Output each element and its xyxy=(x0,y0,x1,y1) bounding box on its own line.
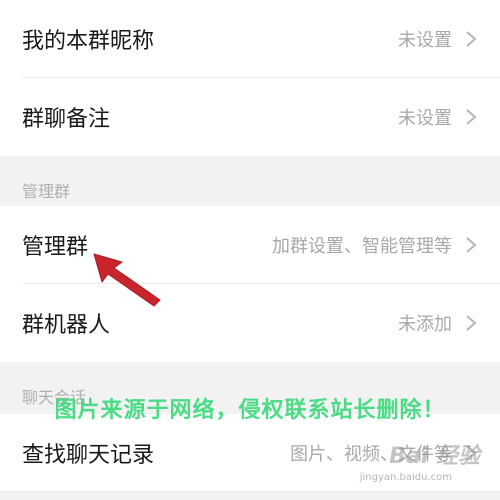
row-divider xyxy=(0,491,500,492)
row-group-robot-value: 未添加 xyxy=(398,314,452,335)
row-group-remark-value: 未设置 xyxy=(398,108,452,129)
chevron-right-icon xyxy=(466,237,477,253)
row-search-chat-history-label: 查找聊天记录 xyxy=(22,443,155,468)
row-group-remark-label: 群聊备注 xyxy=(22,107,111,132)
red-pointer-arrow-icon xyxy=(93,253,161,307)
baidu-logo-watermark: Bai 经验 xyxy=(389,444,480,469)
row-group-nickname-value: 未设置 xyxy=(398,30,452,51)
section-header-manage-title: 管理群 xyxy=(22,182,71,201)
row-group-nickname[interactable]: 我的本群昵称 未设置 xyxy=(0,0,500,78)
baidu-url-watermark: jingyan.baidu.com xyxy=(359,472,452,483)
row-manage-group-label: 管理群 xyxy=(22,235,89,260)
watermark-text: 图片来源于网络，侵权联系站长删除！ xyxy=(54,398,446,423)
row-group-nickname-label: 我的本群昵称 xyxy=(22,29,155,54)
section-header-manage: 管理群 xyxy=(0,156,500,206)
row-manage-group-value: 加群设置、智能管理等 xyxy=(272,236,452,257)
row-manage-group[interactable]: 管理群 加群设置、智能管理等 xyxy=(0,206,500,284)
row-group-robot[interactable]: 群机器人 未添加 xyxy=(0,284,500,362)
row-group-remark[interactable]: 群聊备注 未设置 xyxy=(0,78,500,156)
group-settings-page: 我的本群昵称 未设置 群聊备注 未设置 管理群 管理群 加群设置、智能管理等 群… xyxy=(0,0,500,500)
chevron-right-icon xyxy=(466,31,477,47)
chevron-right-icon xyxy=(466,109,477,125)
chevron-right-icon xyxy=(466,315,477,331)
row-group-robot-label: 群机器人 xyxy=(22,313,111,338)
